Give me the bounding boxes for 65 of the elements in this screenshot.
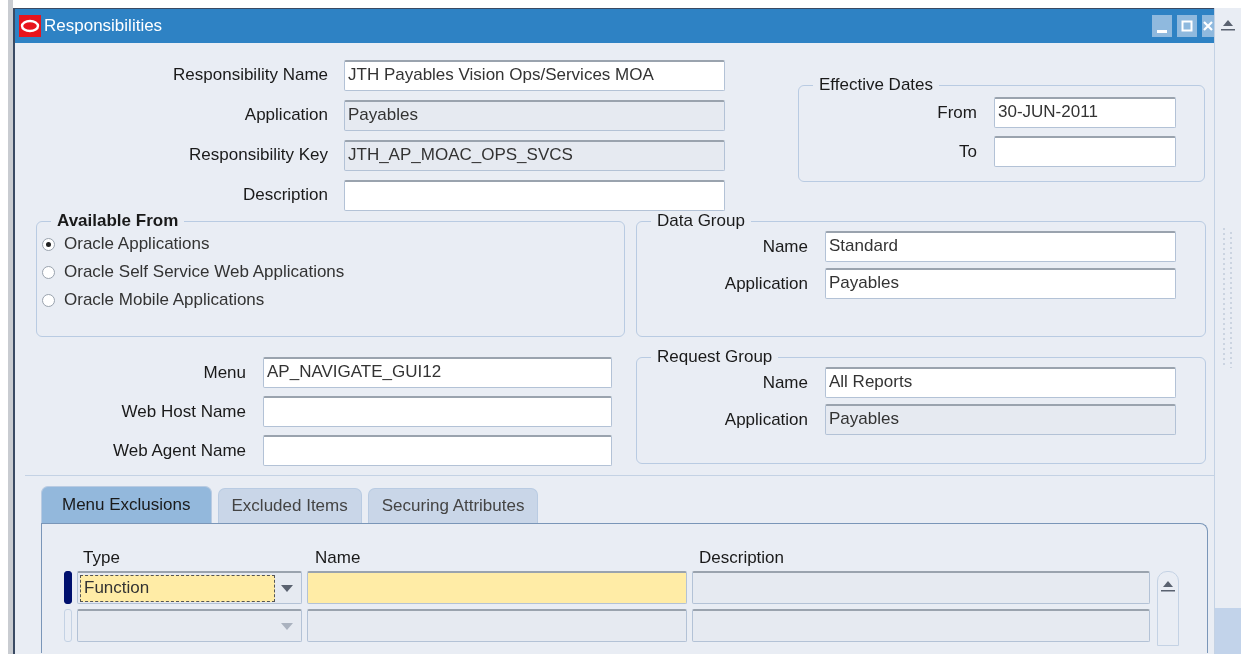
- scroll-up-icon: [1220, 18, 1236, 32]
- close-icon: [1202, 20, 1214, 32]
- maximize-icon: [1181, 20, 1193, 32]
- field-label: Menu: [202, 362, 246, 383]
- minimize-icon: [1157, 29, 1167, 33]
- field-label: Responsibility Key: [188, 145, 328, 165]
- text-field[interactable]: Payables: [825, 268, 1176, 299]
- minimize-button[interactable]: [1152, 15, 1172, 37]
- table-scrollbar[interactable]: [1157, 571, 1179, 646]
- field-label: Web Agent Name: [112, 440, 246, 461]
- radio-label[interactable]: Oracle Self Service Web Applications: [64, 262, 345, 282]
- name-field[interactable]: [307, 571, 687, 604]
- group-title: Data Group: [656, 211, 746, 231]
- radio-button[interactable]: [42, 237, 55, 251]
- group-title: Available From: [56, 211, 180, 231]
- type-dropdown[interactable]: [77, 609, 302, 642]
- text-field[interactable]: All Reports: [825, 367, 1176, 398]
- text-field[interactable]: [263, 435, 612, 466]
- window-title: Responsibilities: [44, 16, 163, 36]
- field-label: From: [936, 102, 977, 123]
- description-field[interactable]: [692, 571, 1150, 604]
- field-label: Description: [241, 185, 328, 205]
- radio-label[interactable]: Oracle Mobile Applications: [64, 290, 265, 310]
- oval-logo-icon: [19, 15, 41, 37]
- description-field[interactable]: [692, 609, 1150, 642]
- field-label: Application: [243, 105, 328, 125]
- column-header: Name: [315, 548, 362, 568]
- name-field[interactable]: [307, 609, 687, 642]
- field-label: Application: [723, 409, 808, 430]
- group-title: Request Group: [656, 347, 774, 367]
- text-field[interactable]: [344, 179, 725, 211]
- field-label: To: [958, 141, 977, 162]
- field-label: Application: [723, 273, 808, 294]
- text-field[interactable]: Standard: [825, 231, 1176, 262]
- text-field[interactable]: JTH_AP_MOAC_OPS_SVCS: [344, 139, 725, 171]
- field-label: Web Host Name: [120, 401, 246, 422]
- field-label: Name: [761, 236, 808, 257]
- scroll-thumb[interactable]: [1214, 608, 1241, 654]
- radio-label[interactable]: Oracle Applications: [64, 234, 210, 254]
- radio-button[interactable]: [42, 293, 55, 307]
- date-field[interactable]: 30-JUN-2011: [994, 97, 1176, 128]
- window-scrollbar[interactable]: [1214, 8, 1241, 654]
- tab[interactable]: Securing Attributes: [367, 488, 539, 523]
- text-field[interactable]: [263, 396, 612, 427]
- scroll-up-icon: [1161, 580, 1175, 592]
- tab[interactable]: Excluded Items: [217, 488, 362, 523]
- text-field[interactable]: Payables: [825, 404, 1176, 435]
- maximize-button[interactable]: [1177, 15, 1197, 37]
- close-button[interactable]: [1202, 15, 1214, 37]
- column-header: Type: [83, 548, 121, 568]
- caret-icon: [281, 584, 293, 592]
- text-field[interactable]: Payables: [344, 99, 725, 131]
- radio-button[interactable]: [42, 265, 55, 279]
- date-field[interactable]: [994, 136, 1176, 167]
- column-header: Description: [699, 548, 785, 568]
- caret-icon: [281, 622, 293, 630]
- field-label: Name: [761, 372, 808, 393]
- type-dropdown[interactable]: Function: [77, 571, 302, 604]
- text-field[interactable]: JTH Payables Vision Ops/Services MOA: [344, 59, 725, 91]
- field-label: Responsibility Name: [172, 65, 328, 85]
- text-field[interactable]: AP_NAVIGATE_GUI12: [263, 357, 612, 388]
- row-indicator[interactable]: [64, 571, 72, 604]
- group-title: Effective Dates: [818, 75, 935, 95]
- tab[interactable]: Menu Exclusions: [41, 486, 212, 523]
- grip-icon: [1221, 228, 1235, 368]
